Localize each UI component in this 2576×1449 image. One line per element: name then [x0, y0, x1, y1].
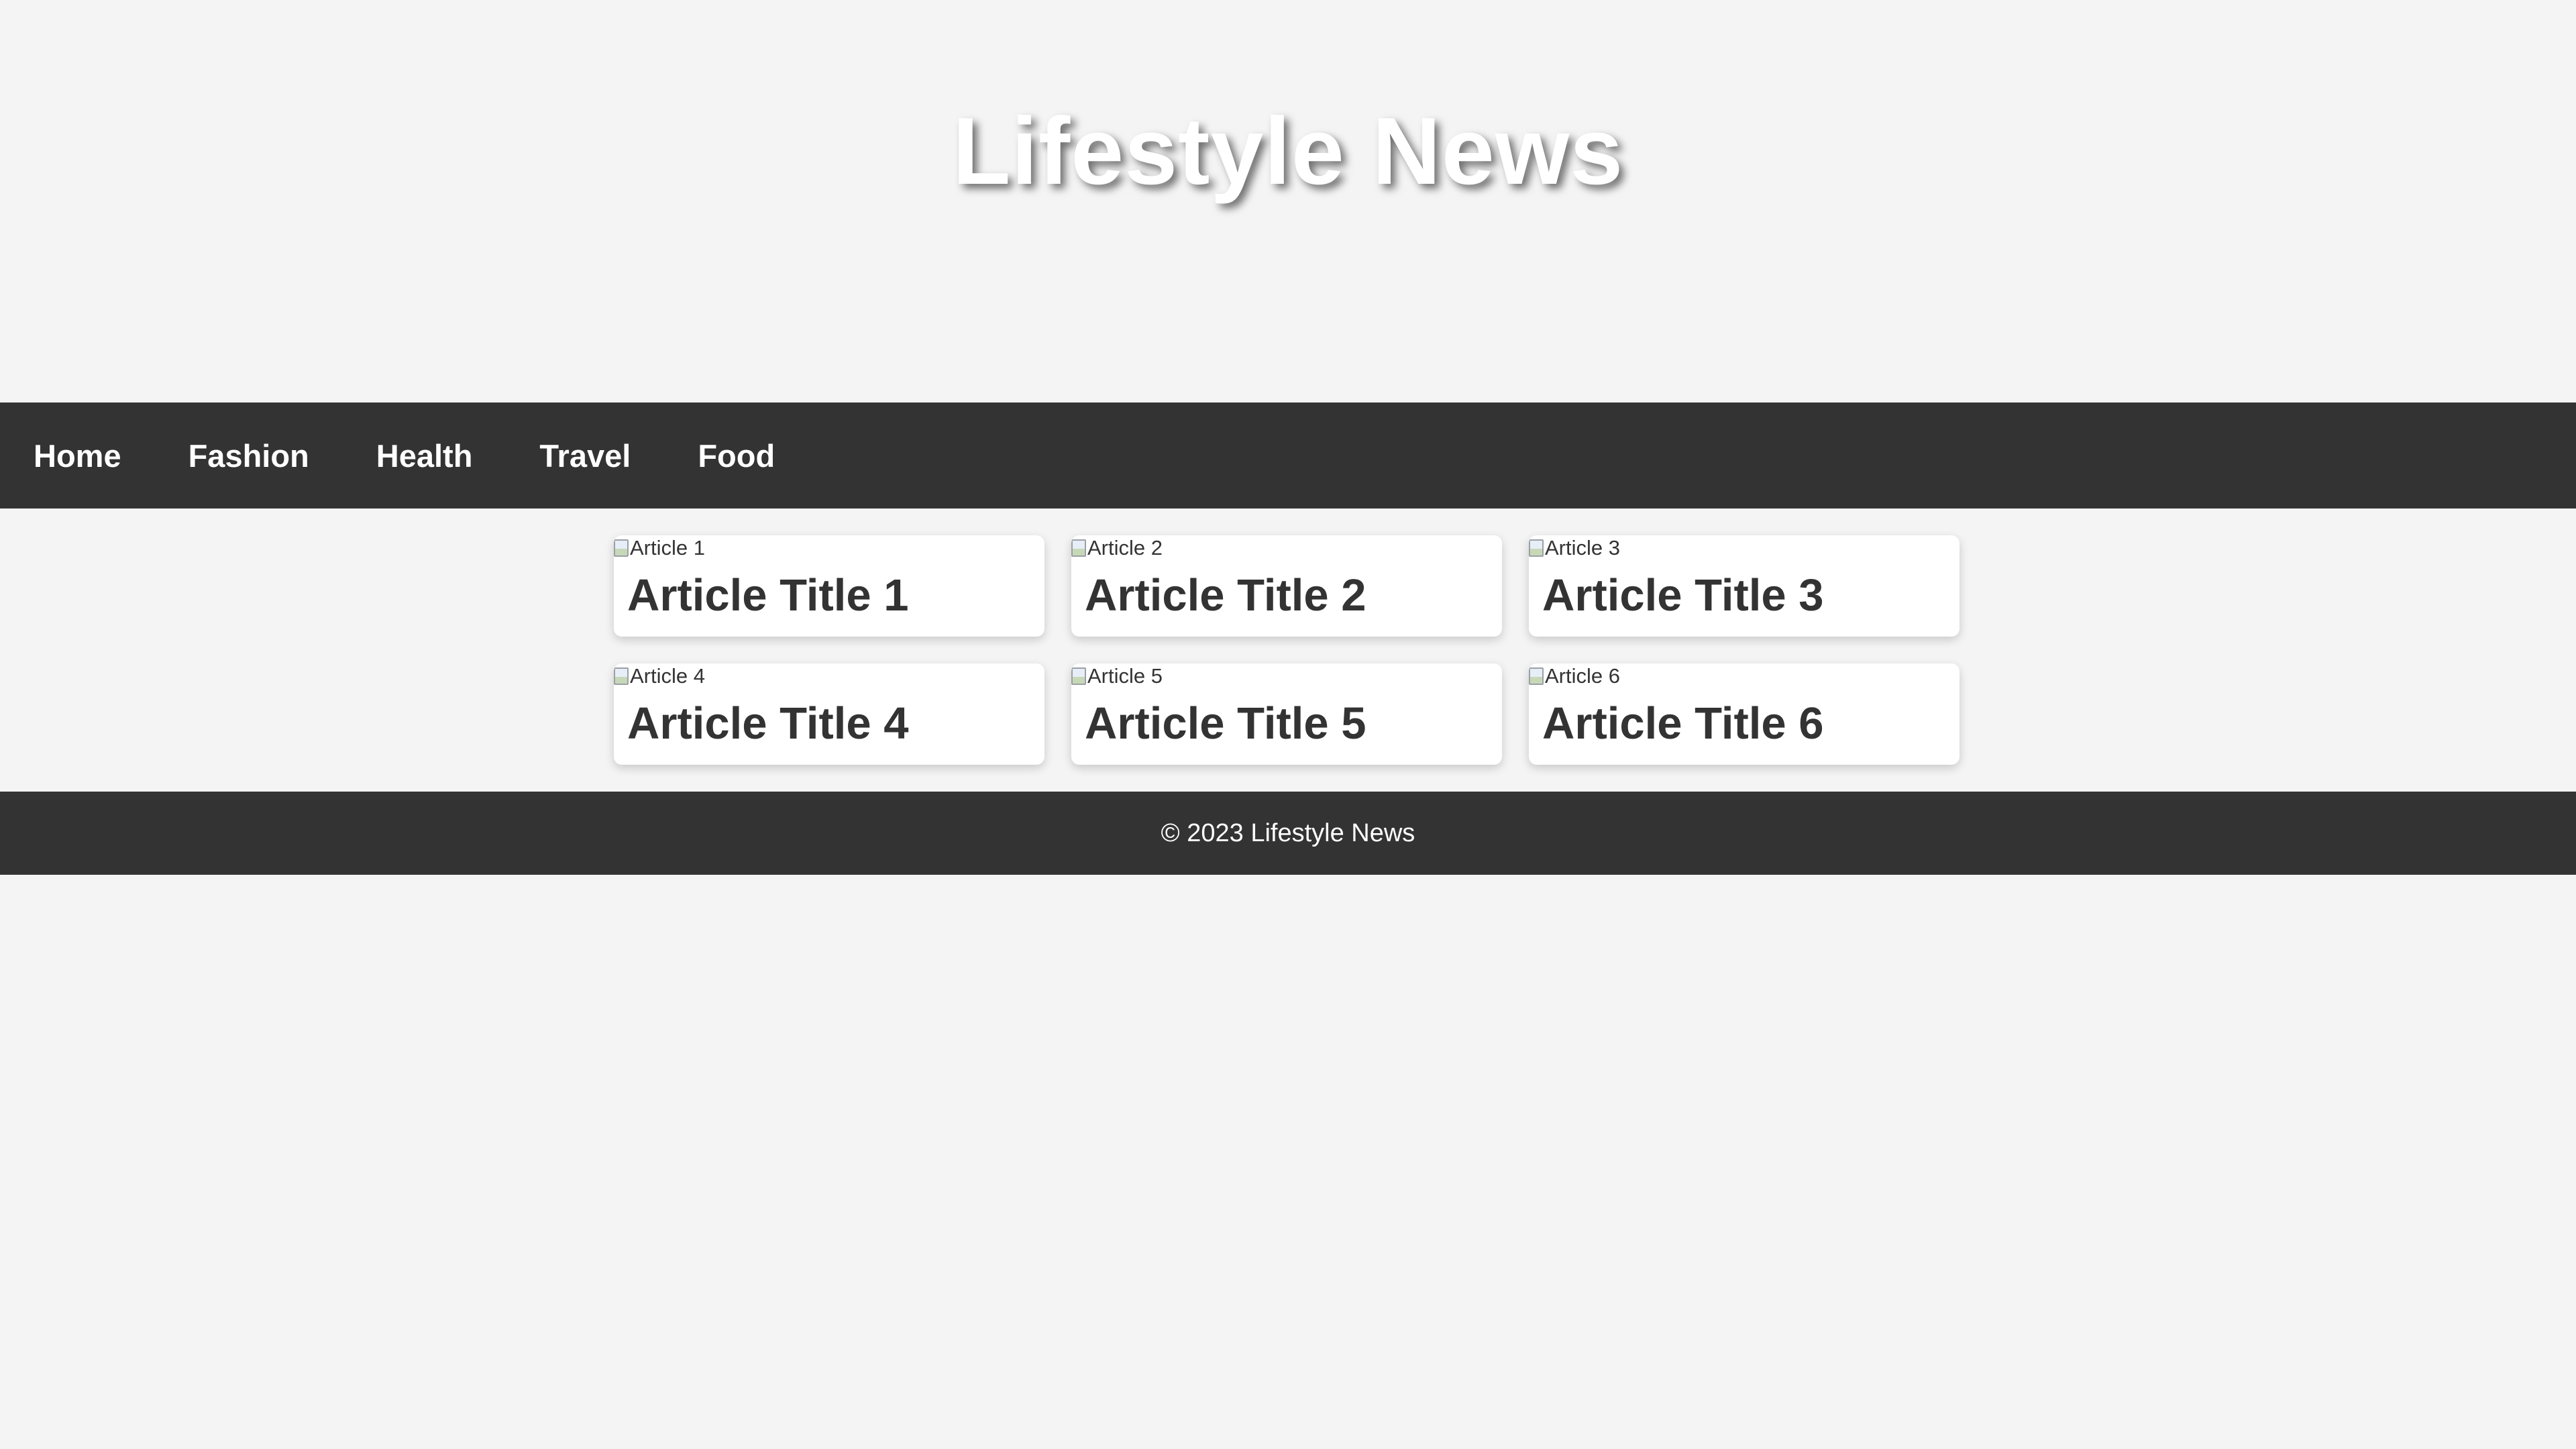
article-image: Article 6 [1529, 663, 1620, 689]
broken-image-icon [1529, 539, 1544, 557]
article-section: Article 1 Article Title 1 Article 2 Arti… [0, 508, 2576, 792]
nav-item-health[interactable]: Health [343, 437, 506, 474]
site-footer: © 2023 Lifestyle News [0, 792, 2576, 875]
article-title[interactable]: Article Title 5 [1085, 701, 1366, 746]
copyright-text: © 2023 Lifestyle News [1161, 818, 1415, 847]
broken-image-icon [1071, 539, 1086, 557]
article-card[interactable]: Article 4 Article Title 4 [614, 663, 1044, 765]
article-card[interactable]: Article 6 Article Title 6 [1529, 663, 1960, 765]
article-image: Article 1 [614, 535, 705, 561]
article-image: Article 5 [1071, 663, 1163, 689]
article-card[interactable]: Article 3 Article Title 3 [1529, 535, 1960, 637]
nav-item-fashion[interactable]: Fashion [155, 437, 343, 474]
article-image-alt: Article 6 [1545, 664, 1620, 688]
article-image-alt: Article 2 [1087, 536, 1163, 559]
article-image-alt: Article 1 [630, 536, 705, 559]
broken-image-icon [1071, 667, 1086, 685]
article-image-alt: Article 4 [630, 664, 705, 688]
article-image-alt: Article 3 [1545, 536, 1620, 559]
article-title[interactable]: Article Title 1 [627, 573, 909, 618]
broken-image-icon [614, 539, 629, 557]
article-image-alt: Article 5 [1087, 664, 1163, 688]
nav-item-food[interactable]: Food [664, 437, 808, 474]
article-grid: Article 1 Article Title 1 Article 2 Arti… [614, 535, 1962, 765]
site-header: Lifestyle News [0, 0, 2576, 402]
article-image: Article 4 [614, 663, 705, 689]
nav-item-home[interactable]: Home [0, 437, 155, 474]
broken-image-icon [614, 667, 629, 685]
article-image: Article 3 [1529, 535, 1620, 561]
article-card[interactable]: Article 5 Article Title 5 [1071, 663, 1502, 765]
nav-item-travel[interactable]: Travel [506, 437, 664, 474]
article-title[interactable]: Article Title 4 [627, 701, 909, 746]
article-card[interactable]: Article 2 Article Title 2 [1071, 535, 1502, 637]
article-title[interactable]: Article Title 2 [1085, 573, 1366, 618]
article-image: Article 2 [1071, 535, 1163, 561]
main-nav: Home Fashion Health Travel Food [0, 402, 2576, 508]
article-card[interactable]: Article 1 Article Title 1 [614, 535, 1044, 637]
article-title[interactable]: Article Title 6 [1542, 701, 1824, 746]
broken-image-icon [1529, 667, 1544, 685]
site-title: Lifestyle News [952, 98, 1624, 205]
article-title[interactable]: Article Title 3 [1542, 573, 1824, 618]
